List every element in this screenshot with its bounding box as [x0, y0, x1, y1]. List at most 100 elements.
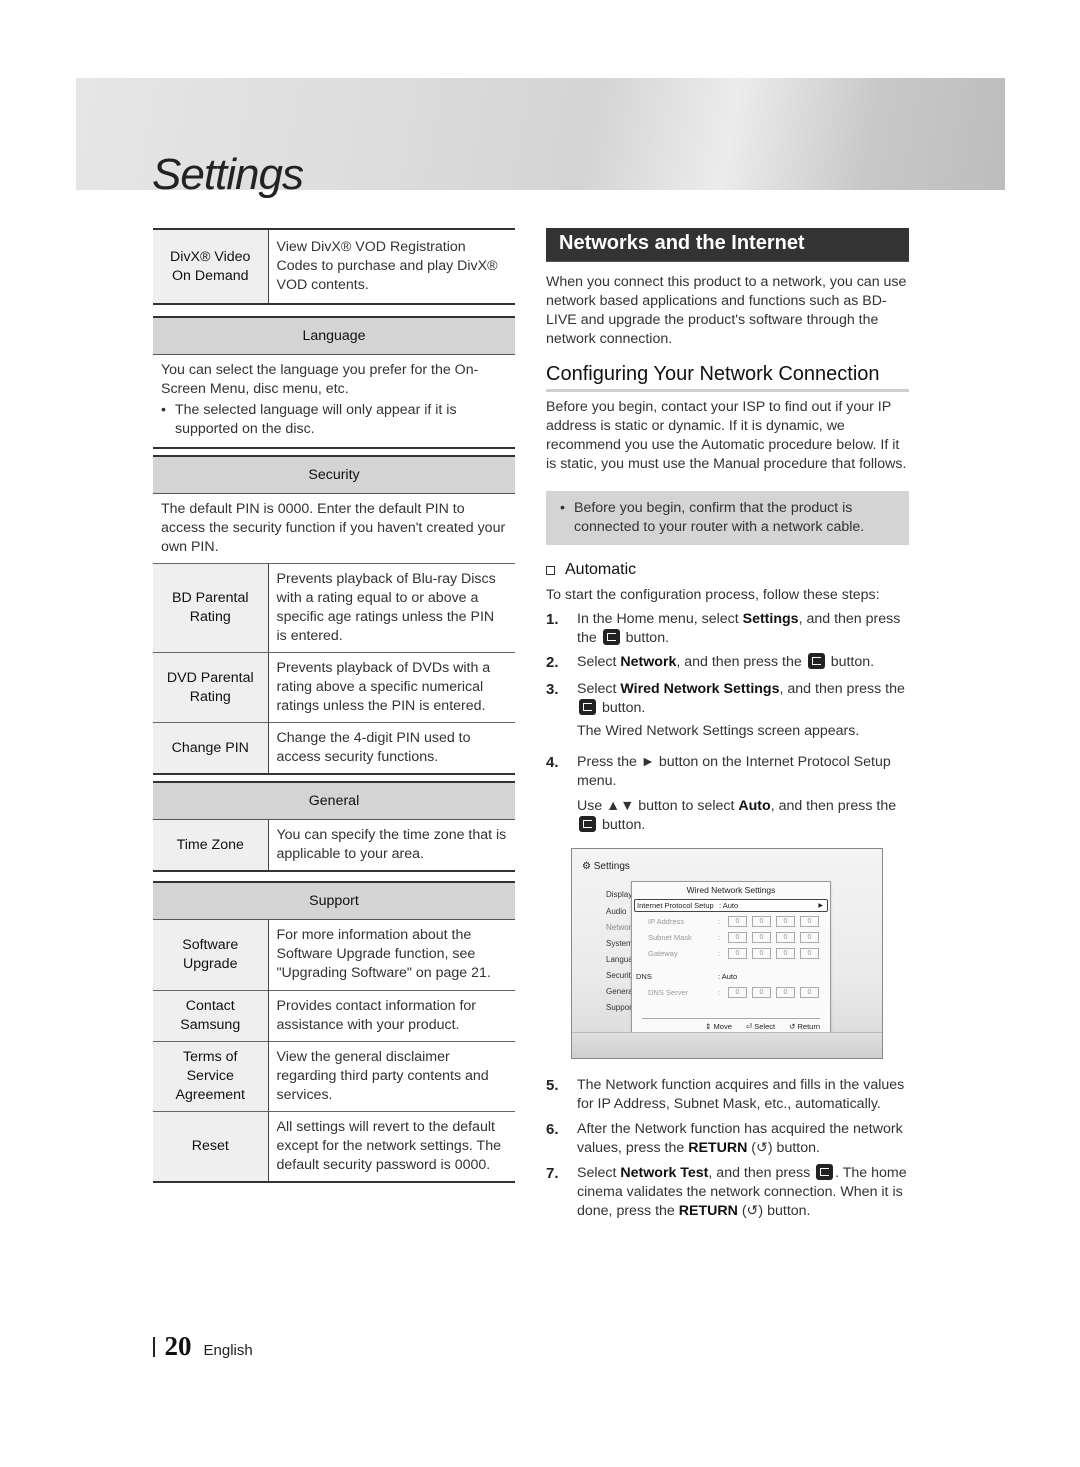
enter-button-icon — [816, 1164, 834, 1180]
general-section: General Time Zone You can specify the ti… — [153, 781, 515, 872]
step-3: 3. Select Wired Network Settings, and th… — [546, 680, 909, 741]
setting-name: Contact Samsung — [153, 990, 269, 1041]
dialog-title: Wired Network Settings — [686, 885, 776, 895]
octet-field: 0 — [728, 987, 747, 998]
network-section: Networks and the Internet When you conne… — [546, 228, 909, 835]
step-text: The Network function acquires and fills … — [577, 1077, 905, 1112]
row-label: Subnet Mask — [648, 933, 692, 942]
intro-text: When you connect this product to a netwo… — [546, 274, 907, 347]
support-section: Support Software Upgrade For more inform… — [153, 881, 515, 1183]
ip-address-row: IP Address : 0000 — [634, 915, 828, 928]
bullet-item: • The selected language will only appear … — [161, 401, 509, 439]
page-title: Settings — [152, 150, 304, 199]
gear-icon: ⚙ — [582, 861, 591, 872]
step-5: 5. The Network function acquires and fil… — [546, 1076, 909, 1114]
step-result: The Wired Network Settings screen appear… — [577, 723, 860, 739]
step-6: 6. After the Network function has acquir… — [546, 1120, 909, 1158]
steps-intro: To start the configuration process, foll… — [546, 587, 880, 603]
octet-field: 0 — [728, 916, 747, 927]
octet-field: 0 — [776, 932, 795, 943]
setting-description: Change the 4-digit PIN used to access se… — [276, 730, 471, 765]
table-row: BD Parental Rating Prevents playback of … — [153, 563, 515, 653]
ip-setup-row: Internet Protocol Setup : Auto ▶ — [634, 899, 828, 912]
side-menu-item: Audio — [606, 907, 627, 916]
row-label: Internet Protocol Setup — [637, 901, 714, 910]
row-label: DNS — [636, 972, 652, 981]
table-row: DVD Parental Rating Prevents playback of… — [153, 652, 515, 723]
dns-row: DNS : Auto — [634, 970, 828, 983]
step-keyword: Wired Network Settings — [620, 681, 780, 697]
section-title: Networks and the Internet — [546, 228, 909, 262]
setting-description: For more information about the Software … — [276, 927, 491, 982]
colon: : — [718, 949, 721, 958]
step-text: (↺) button. — [737, 1203, 811, 1219]
dns-server-row: DNS Server : 0000 — [634, 986, 828, 999]
step-keyword: Settings — [742, 611, 799, 627]
divider — [153, 447, 515, 449]
section-heading-general: General — [153, 781, 515, 820]
step-keyword: Network — [620, 654, 677, 670]
subsection-intro: Before you begin, contact your ISP to fi… — [546, 399, 907, 472]
setting-description: Provides contact information for assista… — [276, 997, 477, 1033]
language-text: You can select the language you prefer f… — [161, 362, 479, 397]
step-text: Select — [577, 681, 621, 697]
step-text: (↺) button. — [747, 1140, 820, 1156]
octet-field: 0 — [752, 948, 771, 959]
setting-name: BD Parental Rating — [153, 563, 269, 653]
note-text: Before you begin, confirm that the produ… — [574, 500, 865, 535]
setting-description: All settings will revert to the default … — [276, 1118, 502, 1173]
section-body: You can select the language you prefer f… — [153, 355, 515, 447]
screen-bottom-bar — [572, 1032, 882, 1058]
step-keyword: RETURN — [688, 1140, 748, 1156]
step-text: Press the ► button on the Internet Proto… — [577, 754, 891, 789]
step-text: button. — [601, 700, 646, 716]
table-row: Time Zone You can specify the time zone … — [153, 820, 515, 871]
screen-title: ⚙ Settings — [582, 861, 630, 872]
step-keyword: Network Test — [620, 1165, 709, 1181]
enter-button-icon — [579, 699, 596, 715]
octet-field: 0 — [752, 987, 771, 998]
select-hint: ⏎ Select — [745, 1022, 776, 1031]
side-menu-item: System — [606, 939, 633, 948]
side-menu-item: Support — [606, 1003, 635, 1012]
octet-field: 0 — [776, 916, 795, 927]
arrow-right-icon: ▶ — [818, 903, 823, 909]
page-language: English — [203, 1342, 253, 1359]
move-hint: ⇕ Move — [705, 1022, 732, 1031]
row-value: : Auto — [719, 901, 739, 910]
step-number: 4. — [546, 754, 559, 771]
footer-divider — [153, 1336, 155, 1357]
step-text: , and then press — [708, 1165, 811, 1181]
setting-description: View the general disclaimer regarding th… — [276, 1048, 489, 1103]
security-text: The default PIN is 0000. Enter the defau… — [161, 501, 506, 555]
side-menu-item: Display — [606, 890, 633, 899]
setting-name: Time Zone — [153, 820, 269, 871]
octet-field: 0 — [800, 916, 819, 927]
section-heading-support: Support — [153, 881, 515, 920]
step-text: In the Home menu, select — [577, 611, 743, 627]
step-text: button. — [625, 630, 670, 646]
row-value: : Auto — [718, 972, 738, 981]
step-4: 4. Press the ► button on the Internet Pr… — [546, 753, 909, 835]
subnet-mask-row: Subnet Mask : 0000 — [634, 931, 828, 944]
security-section: Security The default PIN is 0000. Enter … — [153, 455, 515, 775]
octet-field: 0 — [728, 932, 747, 943]
step-7: 7. Select Network Test, and then press .… — [546, 1164, 909, 1221]
language-section: Language You can select the language you… — [153, 316, 515, 449]
table-row: Terms of Service Agreement View the gene… — [153, 1041, 515, 1111]
setting-description: Prevents playback of Blu-ray Discs with … — [276, 571, 496, 644]
setting-name: Change PIN — [153, 722, 269, 774]
colon: : — [718, 933, 721, 942]
octet-field: 0 — [728, 948, 747, 959]
screen-title-text: Settings — [593, 861, 630, 872]
setting-description: Prevents playback of DVDs with a rating … — [276, 660, 491, 714]
page-footer: 20 English — [153, 1331, 253, 1362]
colon: : — [718, 988, 721, 997]
section-heading-security: Security — [153, 455, 515, 494]
automatic-heading: Automatic — [546, 561, 909, 579]
step-keyword: RETURN — [678, 1203, 738, 1219]
note-box: • Before you begin, confirm that the prod… — [546, 491, 909, 545]
step-number: 5. — [546, 1077, 559, 1094]
step-text: Select — [577, 1165, 621, 1181]
enter-button-icon — [579, 816, 596, 832]
